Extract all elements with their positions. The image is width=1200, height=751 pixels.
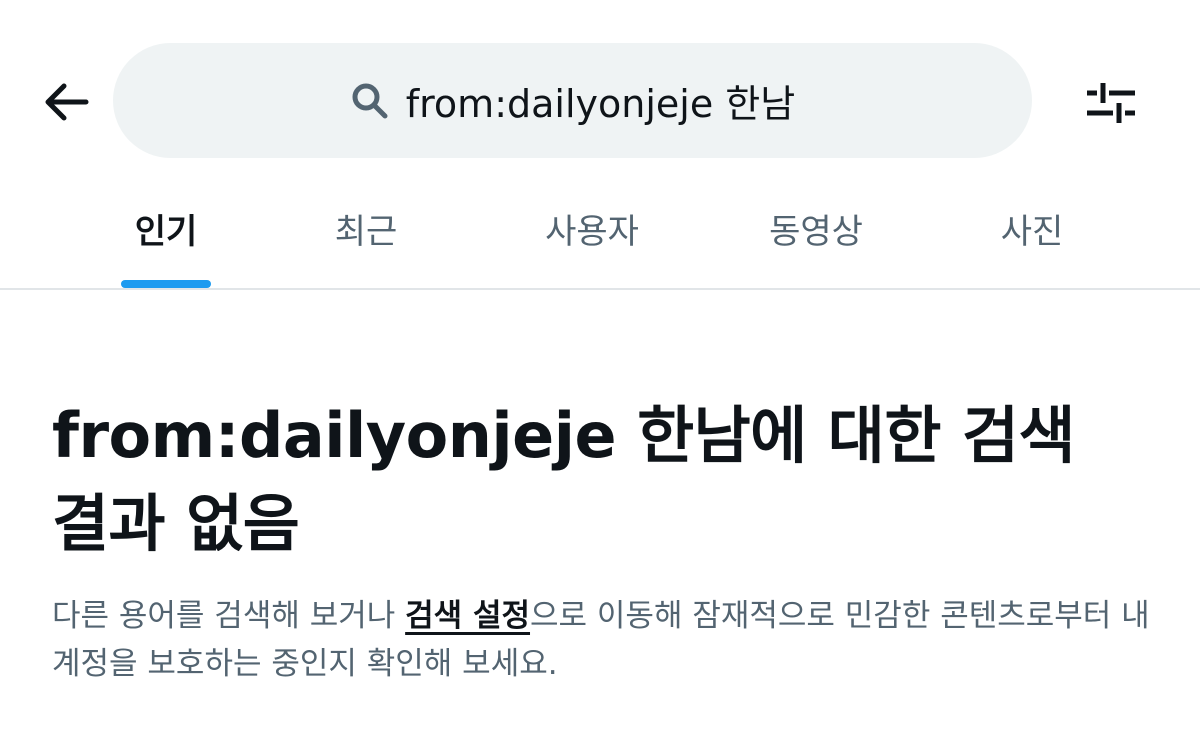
- sliders-icon: [1083, 75, 1139, 135]
- tab-popular[interactable]: 인기: [100, 190, 232, 288]
- empty-results: from:dailyonjeje 한남에 대한 검색 결과 없음 다른 용어를 …: [52, 392, 1152, 688]
- search-tabs: 인기 최근 사용자 동영상 사진: [0, 190, 1200, 290]
- search-input-content: from:dailyonjeje 한남: [350, 73, 795, 128]
- search-icon: [350, 80, 392, 122]
- no-results-title: from:dailyonjeje 한남에 대한 검색 결과 없음: [52, 399, 1076, 560]
- active-tab-indicator: [121, 280, 211, 288]
- back-button[interactable]: [36, 74, 96, 134]
- tab-latest[interactable]: 최근: [300, 190, 432, 288]
- tab-label: 최근: [334, 212, 398, 252]
- tab-label: 사용자: [545, 212, 639, 252]
- no-results-description: 다른 용어를 검색해 보거나 검색 설정으로 이동해 잠재적으로 민감한 콘텐츠…: [52, 592, 1152, 688]
- search-input[interactable]: from:dailyonjeje 한남: [113, 43, 1032, 158]
- tab-videos[interactable]: 동영상: [734, 190, 898, 288]
- top-bar: from:dailyonjeje 한남: [0, 0, 1200, 200]
- tab-people[interactable]: 사용자: [510, 190, 674, 288]
- search-filter-button[interactable]: [1078, 72, 1144, 138]
- search-query-text: from:dailyonjeje 한남: [405, 82, 796, 126]
- tab-photos[interactable]: 사진: [966, 190, 1098, 288]
- description-text: 다른 용어를 검색해 보거나: [52, 598, 406, 634]
- tab-label: 동영상: [769, 212, 863, 252]
- tab-label: 사진: [1000, 212, 1064, 252]
- search-settings-link[interactable]: 검색 설정: [405, 598, 530, 634]
- arrow-left-icon: [42, 82, 90, 126]
- tab-label: 인기: [134, 212, 198, 252]
